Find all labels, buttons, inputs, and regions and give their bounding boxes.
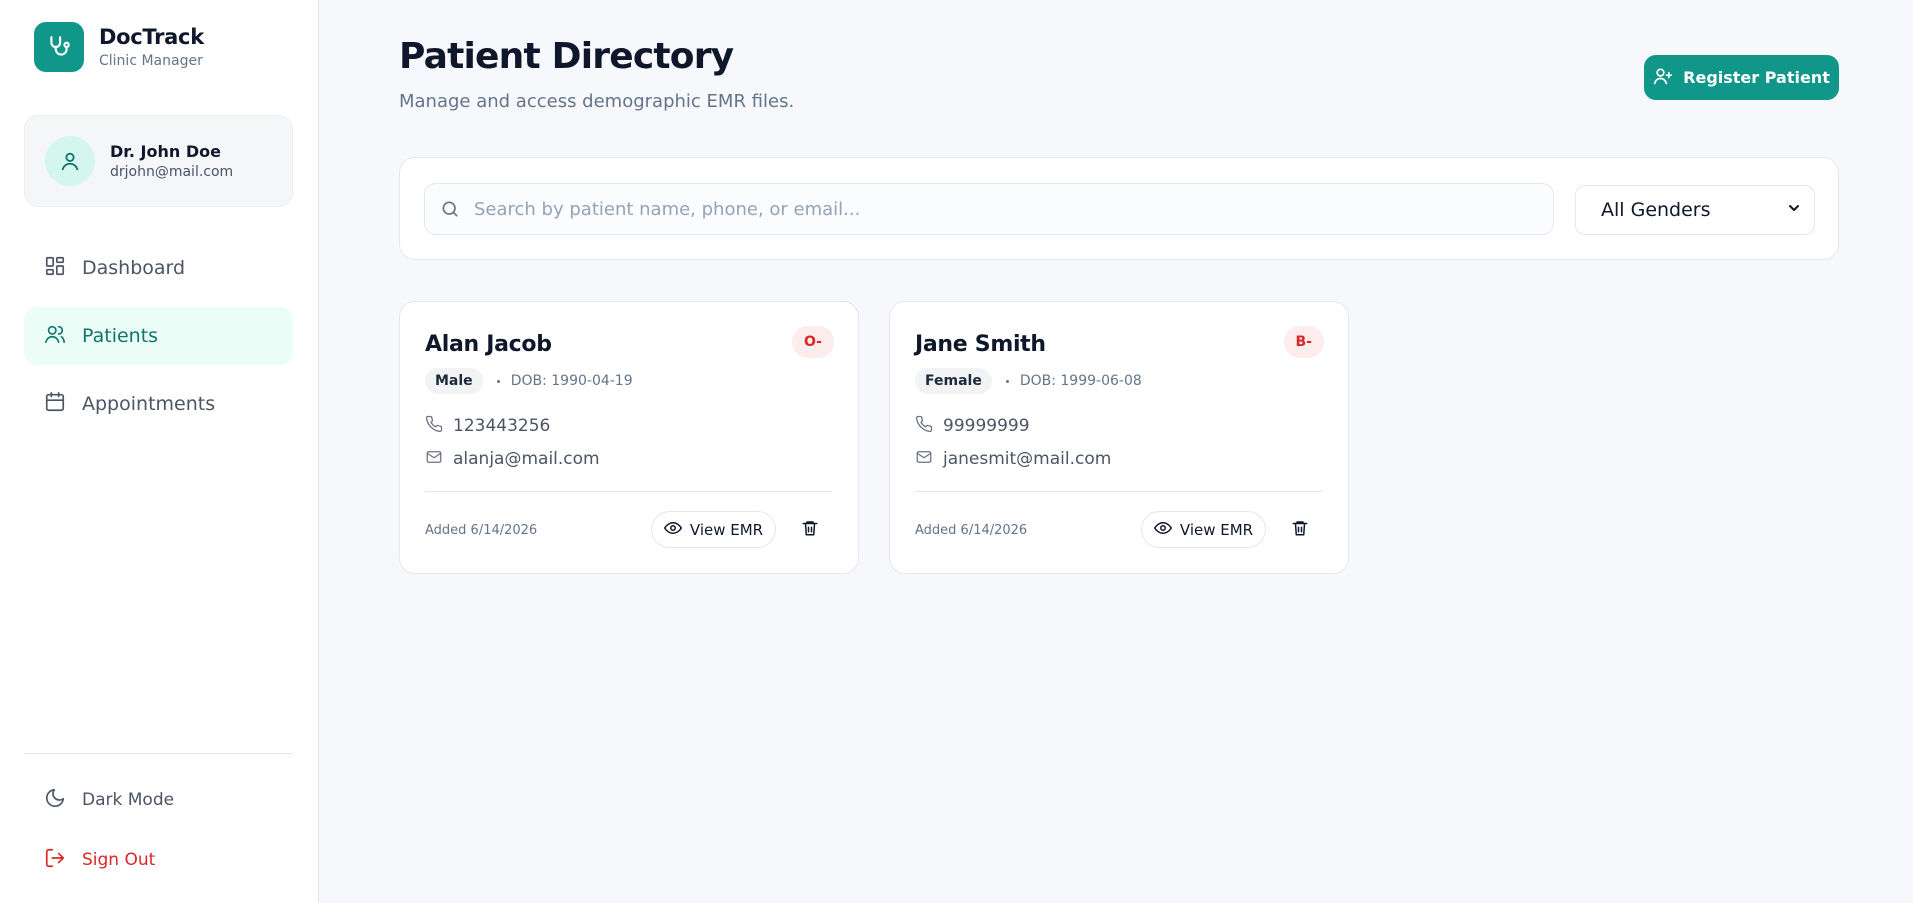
sidebar-item-appointments[interactable]: Appointments bbox=[24, 375, 293, 433]
email-row: janesmit@mail.com bbox=[915, 448, 1111, 470]
patient-email: alanja@mail.com bbox=[453, 449, 600, 469]
gender-select-value: All Genders bbox=[1601, 199, 1711, 221]
register-patient-button[interactable]: Register Patient bbox=[1644, 55, 1839, 100]
filter-panel: All Genders bbox=[399, 157, 1839, 260]
brand-subtitle: Clinic Manager bbox=[99, 53, 203, 69]
view-emr-button[interactable]: View EMR bbox=[651, 511, 776, 548]
log-out-icon bbox=[44, 847, 66, 873]
page-title: Patient Directory bbox=[399, 36, 734, 77]
dashboard-icon bbox=[44, 255, 66, 281]
dark-mode-toggle[interactable]: Dark Mode bbox=[24, 778, 293, 822]
sign-out-button[interactable]: Sign Out bbox=[24, 838, 293, 882]
chevron-down-icon bbox=[1786, 200, 1802, 220]
phone-row: 99999999 bbox=[915, 415, 1030, 437]
patient-dob: DOB: 1999-06-08 bbox=[1019, 373, 1142, 389]
blood-group-badge: O- bbox=[792, 326, 834, 358]
added-date: Added 6/14/2026 bbox=[915, 523, 1028, 538]
phone-icon bbox=[425, 415, 443, 437]
brand-name: DocTrack bbox=[99, 25, 204, 49]
delete-patient-button[interactable] bbox=[797, 517, 823, 543]
trash-icon bbox=[801, 519, 819, 541]
user-email: drjohn@mail.com bbox=[110, 164, 234, 180]
users-icon bbox=[44, 323, 66, 349]
email-row: alanja@mail.com bbox=[425, 448, 600, 470]
search-icon bbox=[440, 199, 460, 219]
view-emr-label: View EMR bbox=[689, 520, 764, 539]
search-field bbox=[424, 183, 1554, 235]
dark-mode-label: Dark Mode bbox=[82, 790, 175, 810]
user-card: Dr. John Doe drjohn@mail.com bbox=[24, 115, 293, 207]
trash-icon bbox=[1291, 519, 1309, 541]
brand: DocTrack Clinic Manager bbox=[34, 22, 204, 72]
eye-icon bbox=[1153, 519, 1172, 541]
mail-icon bbox=[425, 448, 443, 470]
patient-phone: 123443256 bbox=[453, 416, 551, 436]
blood-group-badge: B- bbox=[1283, 326, 1324, 358]
gender-select[interactable]: All Genders bbox=[1575, 185, 1815, 235]
patient-phone: 99999999 bbox=[943, 416, 1030, 436]
user-icon bbox=[45, 136, 95, 186]
sidebar: DocTrack Clinic Manager Dr. John Doe drj… bbox=[0, 0, 319, 903]
patient-email: janesmit@mail.com bbox=[943, 449, 1112, 469]
sidebar-item-dashboard[interactable]: Dashboard bbox=[24, 239, 293, 297]
patient-dob: DOB: 1990-04-19 bbox=[510, 373, 633, 389]
sidebar-nav: Dashboard Patients Appointments bbox=[24, 239, 293, 443]
calendar-icon bbox=[44, 391, 66, 417]
user-plus-icon bbox=[1653, 66, 1673, 90]
added-date: Added 6/14/2026 bbox=[425, 523, 538, 538]
sign-out-label: Sign Out bbox=[82, 850, 156, 870]
search-input[interactable] bbox=[474, 198, 1534, 220]
card-divider bbox=[915, 491, 1323, 492]
register-patient-label: Register Patient bbox=[1683, 68, 1830, 87]
patient-card: Alan Jacob O- Male DOB: 1990-04-19 12344… bbox=[399, 301, 859, 574]
main-content: Patient Directory Manage and access demo… bbox=[319, 0, 1913, 903]
stethoscope-icon bbox=[34, 22, 84, 72]
sidebar-item-patients[interactable]: Patients bbox=[24, 307, 293, 365]
separator-dot bbox=[1005, 379, 1009, 383]
gender-badge: Female bbox=[915, 368, 992, 394]
phone-icon bbox=[915, 415, 933, 437]
moon-icon bbox=[44, 787, 66, 813]
mail-icon bbox=[915, 448, 933, 470]
view-emr-button[interactable]: View EMR bbox=[1141, 511, 1266, 548]
eye-icon bbox=[663, 519, 682, 541]
sidebar-item-label: Appointments bbox=[82, 393, 216, 415]
view-emr-label: View EMR bbox=[1179, 520, 1254, 539]
gender-badge: Male bbox=[425, 368, 483, 394]
patient-card: Jane Smith B- Female DOB: 1999-06-08 999… bbox=[889, 301, 1349, 574]
page-subtitle: Manage and access demographic EMR files. bbox=[399, 91, 795, 112]
patient-name: Alan Jacob bbox=[425, 332, 552, 357]
sidebar-item-label: Dashboard bbox=[82, 257, 186, 279]
patient-name: Jane Smith bbox=[915, 332, 1046, 357]
phone-row: 123443256 bbox=[425, 415, 550, 437]
card-divider bbox=[425, 491, 833, 492]
sidebar-divider bbox=[24, 753, 293, 754]
user-name: Dr. John Doe bbox=[110, 142, 221, 161]
sidebar-item-label: Patients bbox=[82, 325, 159, 347]
delete-patient-button[interactable] bbox=[1287, 517, 1313, 543]
separator-dot bbox=[496, 379, 500, 383]
